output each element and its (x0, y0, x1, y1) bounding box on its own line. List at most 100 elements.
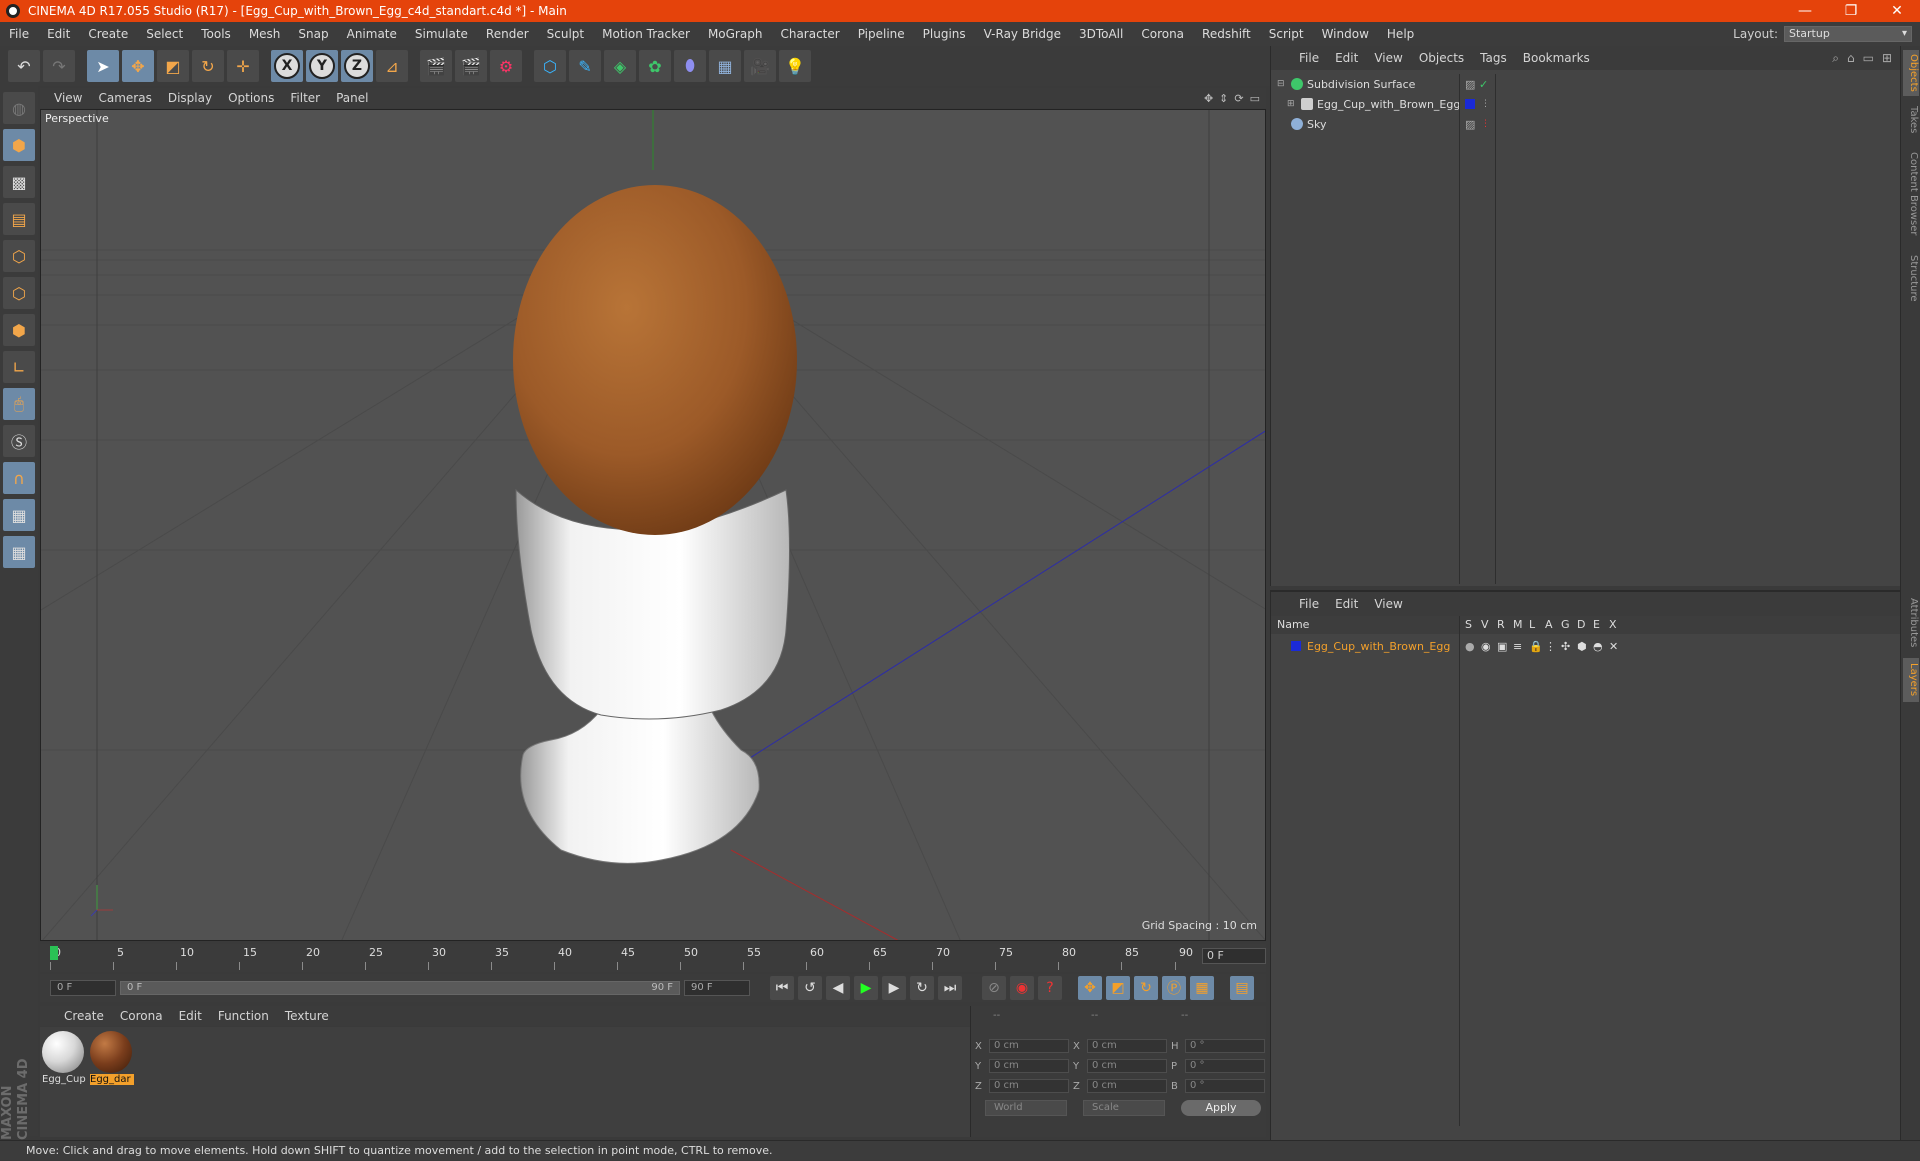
menu-character[interactable]: Character (771, 27, 848, 41)
menu-mesh[interactable]: Mesh (240, 27, 290, 41)
minimize-button[interactable]: — (1782, 3, 1828, 19)
viewport-menu-cameras[interactable]: Cameras (90, 91, 159, 105)
goto-end-icon[interactable]: ⏭ (938, 976, 962, 1000)
home-icon[interactable]: ⌂ (1847, 51, 1855, 66)
make-editable-icon[interactable]: ◍ (3, 92, 35, 124)
key-parameter-icon[interactable]: Ⓟ (1162, 976, 1186, 1000)
position-y-field[interactable]: 0 cm (989, 1059, 1069, 1073)
camera-icon[interactable]: 🎥 (744, 50, 776, 82)
expand-icon[interactable]: ⊞ (1287, 99, 1295, 109)
scale-tool-icon[interactable]: ◩ (157, 50, 189, 82)
key-rotation-icon[interactable]: ↻ (1134, 976, 1158, 1000)
floor-icon[interactable]: ▦ (709, 50, 741, 82)
lock-icon[interactable]: 🔒 (1529, 640, 1543, 653)
menu-pipeline[interactable]: Pipeline (849, 27, 914, 41)
z-axis-lock[interactable]: Z (341, 50, 373, 82)
close-button[interactable]: ✕ (1874, 3, 1920, 19)
manager-icon[interactable]: ≡ (1513, 640, 1522, 653)
points-mode-icon[interactable]: ⬡ (3, 240, 35, 272)
tab-layers[interactable]: Layers (1903, 658, 1919, 702)
record-position-icon[interactable]: ⊘ (982, 976, 1006, 1000)
menu-animate[interactable]: Animate (338, 27, 406, 41)
frame-range-slider[interactable]: 0 F 90 F (120, 981, 680, 995)
menu-select[interactable]: Select (137, 27, 192, 41)
objects-menu-bookmarks[interactable]: Bookmarks (1515, 51, 1598, 65)
viewport-menu-filter[interactable]: Filter (282, 91, 328, 105)
y-axis-lock[interactable]: Y (306, 50, 338, 82)
menu-snap[interactable]: Snap (289, 27, 337, 41)
objects-menu-file[interactable]: File (1291, 51, 1327, 65)
goto-start-icon[interactable]: ⏮ (770, 976, 794, 1000)
material-menu-texture[interactable]: Texture (277, 1009, 337, 1023)
prev-key-icon[interactable]: ↺ (798, 976, 822, 1000)
menu-motion-tracker[interactable]: Motion Tracker (593, 27, 699, 41)
record-active-icon[interactable]: ◉ (1010, 976, 1034, 1000)
tree-item-egg-cup[interactable]: ⊞ Egg_Cup_with_Brown_Egg ⋮ (1271, 94, 1901, 114)
animation-icon[interactable]: ⋮ (1545, 640, 1556, 653)
key-position-icon[interactable]: ✥ (1078, 976, 1102, 1000)
model-mode-icon[interactable]: ⬢ (3, 129, 35, 161)
viewport-menu-display[interactable]: Display (160, 91, 220, 105)
maximize-view-icon[interactable]: ▭ (1250, 92, 1260, 105)
undo-icon[interactable]: ↶ (8, 50, 40, 82)
viewport-menu-options[interactable]: Options (220, 91, 282, 105)
render-icon[interactable]: ▣ (1497, 640, 1507, 653)
material-egg-dark[interactable]: Egg_dar (90, 1031, 134, 1089)
next-frame-icon[interactable]: ▶ (882, 976, 906, 1000)
rotation-b-field[interactable]: 0 ° (1185, 1079, 1265, 1093)
menu-file[interactable]: File (0, 27, 38, 41)
new-window-icon[interactable]: ▭ (1863, 51, 1874, 66)
menu-script[interactable]: Script (1260, 27, 1313, 41)
end-frame-field[interactable]: 90 F (684, 980, 750, 996)
render-settings-icon[interactable]: ⚙ (490, 50, 522, 82)
apply-button[interactable]: Apply (1181, 1100, 1261, 1116)
menu-edit[interactable]: Edit (38, 27, 79, 41)
layer-tag-icon[interactable]: ▨ (1465, 78, 1475, 91)
objects-menu-view[interactable]: View (1366, 51, 1410, 65)
solo-icon[interactable]: Ⓢ (3, 425, 35, 457)
prev-frame-icon[interactable]: ◀ (826, 976, 850, 1000)
current-frame-field[interactable]: 0 F (1202, 948, 1266, 964)
cube-primitive-icon[interactable]: ⬡ (534, 50, 566, 82)
layers-menu-view[interactable]: View (1366, 597, 1410, 611)
coordinate-space-dropdown[interactable]: World (985, 1100, 1067, 1116)
key-pla-icon[interactable]: ▦ (1190, 976, 1214, 1000)
generators-icon[interactable]: ✣ (1561, 640, 1570, 653)
planar-workplane-icon[interactable]: ▦ (3, 536, 35, 568)
material-menu-edit[interactable]: Edit (171, 1009, 210, 1023)
texture-mode-icon[interactable]: ▩ (3, 166, 35, 198)
axis-mode-icon[interactable]: ∟ (3, 351, 35, 383)
deformers-icon[interactable]: ⬢ (1577, 640, 1587, 653)
subdivision-surface-icon[interactable]: ◈ (604, 50, 636, 82)
size-y-field[interactable]: 0 cm (1087, 1059, 1167, 1073)
tab-structure[interactable]: Structure (1903, 250, 1919, 306)
tab-takes[interactable]: Takes (1903, 102, 1919, 138)
layer-color-swatch[interactable] (1465, 99, 1475, 109)
spline-pen-icon[interactable]: ✎ (569, 50, 601, 82)
menu-plugins[interactable]: Plugins (914, 27, 975, 41)
tab-attributes[interactable]: Attributes (1903, 592, 1919, 654)
dolly-icon[interactable]: ⇕ (1219, 92, 1228, 105)
snap-magnet-icon[interactable]: ∩ (3, 462, 35, 494)
play-icon[interactable]: ▶ (854, 976, 878, 1000)
next-key-icon[interactable]: ↻ (910, 976, 934, 1000)
x-axis-lock[interactable]: X (271, 50, 303, 82)
tab-objects[interactable]: Objects (1903, 50, 1919, 96)
material-menu-corona[interactable]: Corona (112, 1009, 171, 1023)
key-scale-icon[interactable]: ◩ (1106, 976, 1130, 1000)
move-alt-icon[interactable]: ✛ (227, 50, 259, 82)
layout-dropdown[interactable]: Startup (1784, 26, 1912, 42)
menu-tools[interactable]: Tools (192, 27, 240, 41)
rotation-p-field[interactable]: 0 ° (1185, 1059, 1265, 1073)
workplane-mode-icon[interactable]: ▤ (3, 203, 35, 235)
position-z-field[interactable]: 0 cm (989, 1079, 1069, 1093)
autokey-help-icon[interactable]: ? (1038, 976, 1062, 1000)
orbit-icon[interactable]: ⟳ (1234, 92, 1243, 105)
layers-menu-edit[interactable]: Edit (1327, 597, 1366, 611)
collapse-icon[interactable]: ⊟ (1277, 79, 1285, 89)
rotate-tool-icon[interactable]: ↻ (192, 50, 224, 82)
tree-item-subdivision-surface[interactable]: ⊟ Subdivision Surface ▨ ✓ (1271, 74, 1901, 94)
menu-simulate[interactable]: Simulate (406, 27, 477, 41)
select-cursor-icon[interactable]: ➤ (87, 50, 119, 82)
timeline-ruler[interactable]: 0 5 10 15 20 25 30 35 40 45 50 55 60 65 … (40, 944, 1266, 972)
